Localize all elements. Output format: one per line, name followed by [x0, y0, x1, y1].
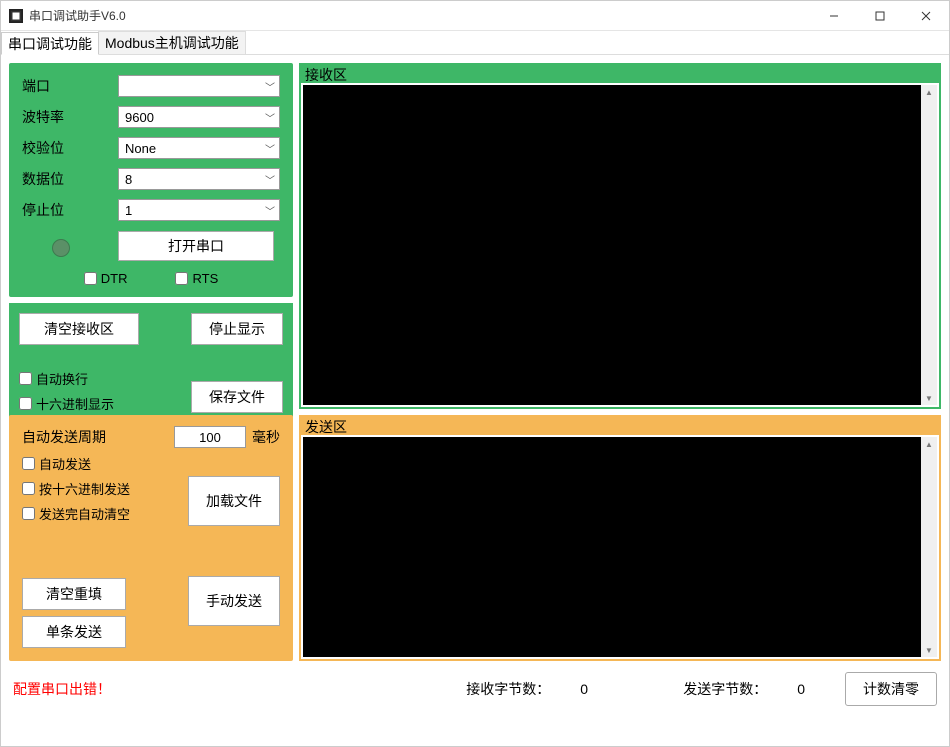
checkbox-label: 发送完自动清空	[39, 504, 130, 523]
select-value: 1	[125, 203, 132, 218]
rts-checkbox[interactable]: RTS	[175, 271, 218, 286]
tab-serial-debug[interactable]: 串口调试功能	[1, 32, 99, 55]
scroll-down-icon[interactable]: ▼	[921, 643, 937, 657]
tx-area: 发送区 ▲ ▼	[299, 415, 941, 661]
period-unit: 毫秒	[252, 427, 280, 447]
rx-count-value: 0	[580, 681, 588, 697]
checkbox-label: 十六进制显示	[36, 394, 114, 413]
period-input[interactable]	[174, 426, 246, 448]
tx-controls-panel: 自动发送周期 毫秒 自动发送 按十六进制发送 发送完自动清空 清空重填 单条发送	[9, 415, 293, 661]
tx-count-value: 0	[797, 681, 805, 697]
open-port-button[interactable]: 打开串口	[118, 231, 274, 261]
chevron-down-icon: ﹀	[265, 110, 275, 125]
select-value: None	[125, 141, 156, 156]
button-label: 保存文件	[209, 387, 265, 407]
hex-display-checkbox[interactable]: 十六进制显示	[19, 394, 181, 413]
window-controls	[811, 1, 949, 31]
load-file-button[interactable]: 加载文件	[188, 476, 280, 526]
data-bits-label: 数据位	[22, 169, 118, 189]
port-select[interactable]: ﹀	[118, 75, 280, 97]
checkbox-label: DTR	[101, 271, 128, 286]
chevron-down-icon: ﹀	[265, 203, 275, 218]
app-window: 串口调试助手V6.0 串口调试功能 Modbus主机调试功能 端口 ﹀	[0, 0, 950, 747]
select-value: 8	[125, 172, 132, 187]
chevron-down-icon: ﹀	[265, 172, 275, 187]
baud-select[interactable]: 9600 ﹀	[118, 106, 280, 128]
parity-select[interactable]: None ﹀	[118, 137, 280, 159]
error-message: 配置串口出错！	[13, 679, 111, 699]
chevron-down-icon: ﹀	[265, 141, 275, 156]
serial-config-panel: 端口 ﹀ 波特率 9600 ﹀ 校验位	[9, 63, 293, 297]
app-icon	[9, 9, 23, 23]
tab-label: 串口调试功能	[8, 34, 92, 54]
stop-bits-select[interactable]: 1 ﹀	[118, 199, 280, 221]
maximize-button[interactable]	[857, 1, 903, 31]
rx-controls-panel: 清空接收区 自动换行 十六进制显示 停止显示 保存文件	[9, 303, 293, 423]
stop-bits-label: 停止位	[22, 200, 118, 220]
pause-display-button[interactable]: 停止显示	[191, 313, 283, 345]
checkbox-label: 自动换行	[36, 369, 88, 388]
window-title: 串口调试助手V6.0	[29, 7, 811, 24]
save-file-button[interactable]: 保存文件	[191, 381, 283, 413]
checkbox-label: RTS	[192, 271, 218, 286]
select-value: 9600	[125, 110, 154, 125]
scroll-down-icon[interactable]: ▼	[921, 391, 937, 405]
button-label: 清空接收区	[44, 319, 114, 339]
tab-bar: 串口调试功能 Modbus主机调试功能	[1, 31, 949, 55]
button-label: 加载文件	[206, 491, 262, 511]
baud-label: 波特率	[22, 107, 118, 127]
parity-label: 校验位	[22, 138, 118, 158]
scrollbar[interactable]: ▲ ▼	[921, 437, 937, 657]
clear-rx-button[interactable]: 清空接收区	[19, 313, 139, 345]
chevron-down-icon: ﹀	[265, 79, 275, 94]
row-mid: 自动发送周期 毫秒 自动发送 按十六进制发送 发送完自动清空 清空重填 单条发送	[9, 415, 941, 661]
rx-count-label: 接收字节数：	[466, 679, 550, 699]
scroll-up-icon[interactable]: ▲	[921, 85, 937, 99]
button-label: 清空重填	[46, 584, 102, 604]
button-label: 打开串口	[168, 236, 224, 256]
tx-count-label: 发送字节数：	[683, 679, 767, 699]
dtr-checkbox[interactable]: DTR	[84, 271, 128, 286]
reset-count-button[interactable]: 计数清零	[845, 672, 937, 706]
button-label: 停止显示	[209, 319, 265, 339]
single-send-button[interactable]: 单条发送	[22, 616, 126, 648]
footer-row: 配置串口出错！ 接收字节数： 0 发送字节数： 0 计数清零	[9, 667, 941, 711]
auto-wrap-checkbox[interactable]: 自动换行	[19, 369, 181, 388]
content-area: 端口 ﹀ 波特率 9600 ﹀ 校验位	[1, 55, 949, 746]
tab-label: Modbus主机调试功能	[105, 33, 239, 53]
close-button[interactable]	[903, 1, 949, 31]
connection-indicator-icon	[52, 239, 70, 257]
rx-textarea[interactable]: ▲ ▼	[303, 85, 937, 405]
hex-send-checkbox[interactable]: 按十六进制发送	[22, 479, 178, 498]
data-bits-select[interactable]: 8 ﹀	[118, 168, 280, 190]
checkbox-label: 自动发送	[39, 454, 91, 473]
minimize-button[interactable]	[811, 1, 857, 31]
scroll-up-icon[interactable]: ▲	[921, 437, 937, 451]
rx-area: 接收区 ▲ ▼	[299, 63, 941, 409]
left-column-top: 端口 ﹀ 波特率 9600 ﹀ 校验位	[9, 63, 293, 409]
titlebar: 串口调试助手V6.0	[1, 1, 949, 31]
tx-textarea[interactable]: ▲ ▼	[303, 437, 937, 657]
row-top: 端口 ﹀ 波特率 9600 ﹀ 校验位	[9, 63, 941, 409]
manual-send-button[interactable]: 手动发送	[188, 576, 280, 626]
auto-send-checkbox[interactable]: 自动发送	[22, 454, 178, 473]
auto-clear-checkbox[interactable]: 发送完自动清空	[22, 504, 178, 523]
port-label: 端口	[22, 76, 118, 96]
scrollbar[interactable]: ▲ ▼	[921, 85, 937, 405]
button-label: 计数清零	[863, 679, 919, 699]
button-label: 手动发送	[206, 591, 262, 611]
tab-modbus-master[interactable]: Modbus主机调试功能	[98, 31, 246, 54]
button-label: 单条发送	[46, 622, 102, 642]
checkbox-label: 按十六进制发送	[39, 479, 130, 498]
clear-refill-button[interactable]: 清空重填	[22, 578, 126, 610]
tx-title: 发送区	[301, 417, 939, 435]
rx-title: 接收区	[301, 65, 939, 83]
period-label: 自动发送周期	[22, 427, 106, 447]
